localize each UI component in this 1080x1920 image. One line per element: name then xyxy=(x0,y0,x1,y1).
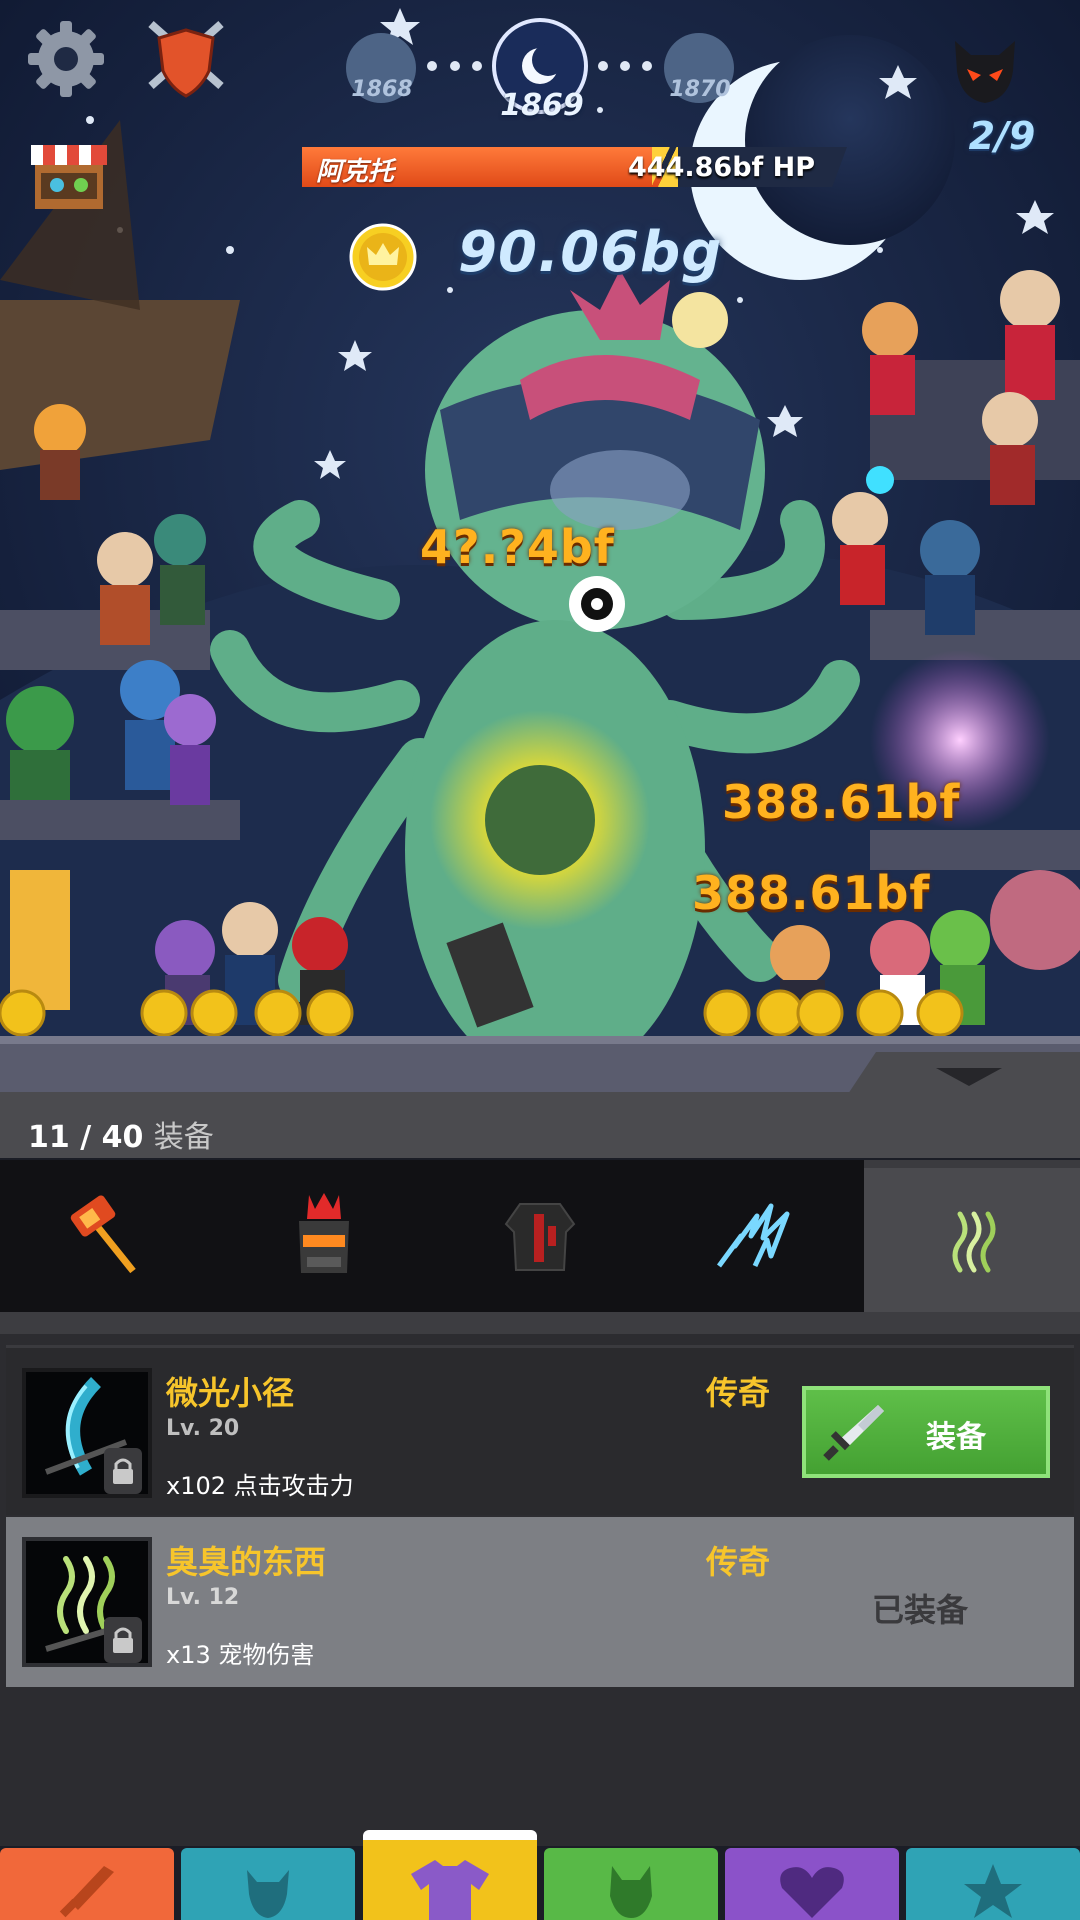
nav-tab-equipment[interactable] xyxy=(363,1830,537,1920)
item-name: 臭臭的东西 xyxy=(166,1543,327,1581)
devil-head-icon xyxy=(955,41,1015,103)
helmet-icon xyxy=(299,1193,349,1273)
settings-button[interactable] xyxy=(22,15,110,103)
stage-prev-label: 1868 xyxy=(351,77,413,102)
star-icon xyxy=(964,1864,1022,1918)
nav-tab-relics[interactable] xyxy=(725,1848,899,1920)
tab-aura[interactable] xyxy=(864,1160,1080,1312)
damage-popup: 388.61bf xyxy=(692,866,931,920)
list-item[interactable]: 臭臭的东西 Lv. 12 x13 宠物伤害 传奇 已装备 xyxy=(6,1517,1074,1687)
nav-tab-attack[interactable] xyxy=(0,1848,174,1920)
guild-button[interactable] xyxy=(138,15,234,101)
stench-aura-icon xyxy=(952,1211,996,1273)
tab-weapon[interactable] xyxy=(0,1160,216,1312)
item-effect: x102 点击攻击力 xyxy=(166,1472,354,1500)
tab-helmet[interactable] xyxy=(216,1160,432,1312)
boss-hp-bar: 阿克托 444.86bf HP xyxy=(302,147,847,187)
item-rarity: 传奇 xyxy=(706,1374,771,1412)
heart-icon xyxy=(780,1867,844,1918)
battle-scene[interactable]: 1868 1869 1870 2/9 阿克托 444.86bf HP 90.06… xyxy=(0,0,1080,1092)
gold-amount: 90.06bg xyxy=(458,220,723,285)
shop-button[interactable] xyxy=(26,134,112,214)
equipment-count-label: 装备 xyxy=(153,1120,214,1155)
gold-coin xyxy=(348,222,418,292)
damage-popup: 388.61bf xyxy=(722,775,961,829)
lightning-icon xyxy=(716,1203,790,1268)
list-item[interactable]: 微光小径 Lv. 20 x102 点击攻击力 传奇 装备 xyxy=(6,1345,1074,1515)
gear-icon xyxy=(28,21,104,97)
moon-icon xyxy=(522,44,564,84)
shield-swords-icon xyxy=(148,21,224,98)
boss-progress-counter: 2/9 xyxy=(968,114,1036,158)
tab-skill[interactable] xyxy=(648,1160,864,1312)
equipment-count: 11 / 40 装备 xyxy=(28,1112,214,1156)
nav-tab-achievements[interactable] xyxy=(906,1848,1080,1920)
item-level: Lv. 12 xyxy=(166,1585,240,1610)
item-rarity: 传奇 xyxy=(706,1543,771,1581)
boss-name: 阿克托 xyxy=(316,157,395,187)
collapse-panel-button[interactable] xyxy=(848,1052,1080,1094)
item-effect: x13 宠物伤害 xyxy=(166,1641,315,1669)
hero-icon xyxy=(247,1870,289,1918)
equipped-status: 已装备 xyxy=(872,1591,969,1629)
item-name: 微光小径 xyxy=(166,1374,295,1412)
tab-armor[interactable] xyxy=(432,1160,648,1312)
shirt-icon xyxy=(411,1860,489,1920)
equipment-count-value: 11 / 40 xyxy=(28,1120,144,1155)
nav-tab-pets[interactable] xyxy=(544,1848,718,1920)
chevron-down-icon xyxy=(936,1068,1002,1086)
crown-coin-icon xyxy=(349,223,417,291)
hammer-weapon-icon xyxy=(70,1195,136,1274)
boss-hp-value: 444.86bf HP xyxy=(628,152,816,183)
lock-icon[interactable] xyxy=(104,1617,142,1663)
pet-icon xyxy=(610,1866,652,1918)
stage-next-label: 1870 xyxy=(669,77,731,102)
boss-button[interactable] xyxy=(948,36,1022,106)
lock-icon[interactable] xyxy=(104,1448,142,1494)
shop-stall-icon xyxy=(31,145,107,209)
nav-tab-heroes[interactable] xyxy=(181,1848,355,1920)
item-level: Lv. 20 xyxy=(166,1416,240,1441)
equip-button[interactable]: 装备 xyxy=(802,1386,1050,1478)
stage-current-label: 1869 xyxy=(500,88,584,123)
sword-icon xyxy=(59,1866,114,1918)
damage-popup: 4?.?4bf xyxy=(420,520,615,574)
sword-icon xyxy=(823,1405,884,1461)
armor-icon xyxy=(504,1203,576,1271)
equip-button-label: 装备 xyxy=(926,1420,986,1455)
category-divider xyxy=(0,1312,1080,1338)
